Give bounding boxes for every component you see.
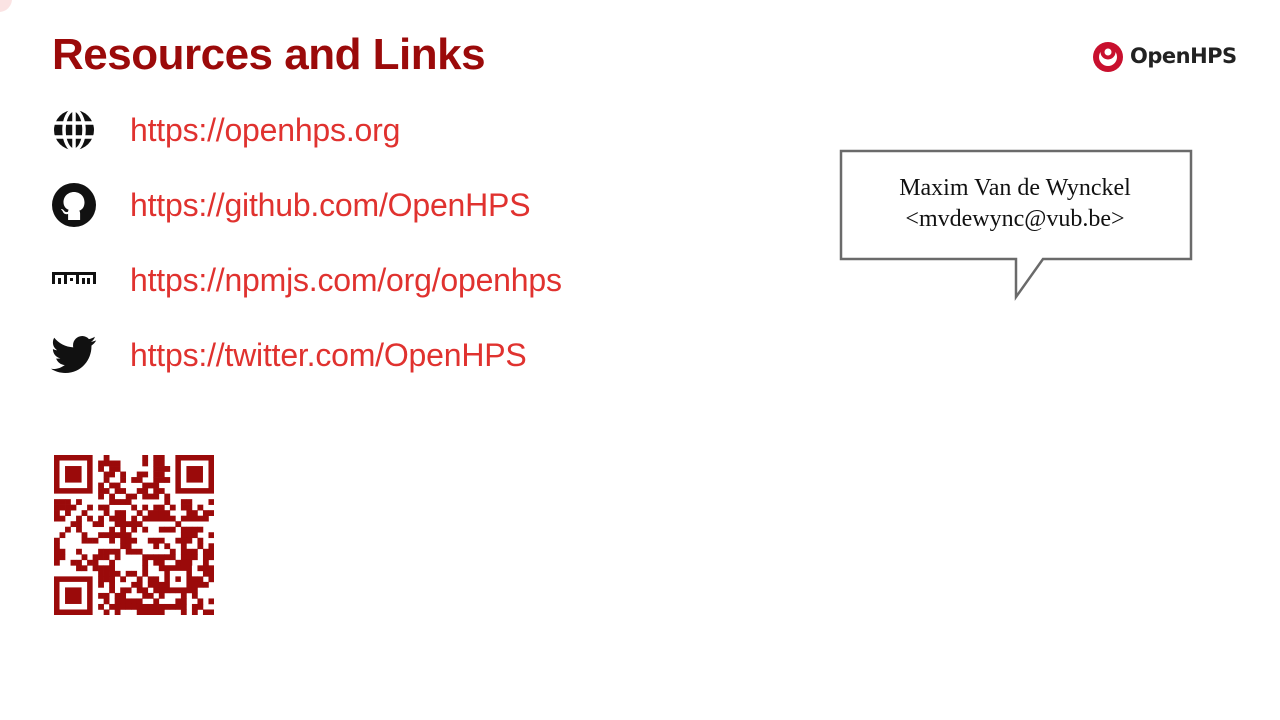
logo-text: OpenHPS [1130, 44, 1237, 68]
openhps-logo-icon [1093, 42, 1123, 72]
link-npm[interactable]: https://npmjs.com/org/openhps [130, 262, 562, 299]
link-item-website: https://openhps.org [50, 106, 562, 154]
link-item-npm: https://npmjs.com/org/openhps [50, 256, 562, 304]
globe-icon [50, 106, 98, 154]
qr-code [54, 455, 215, 620]
qr-code-image [54, 455, 215, 616]
twitter-icon [50, 331, 98, 379]
link-twitter[interactable]: https://twitter.com/OpenHPS [130, 337, 527, 374]
contact-name: Maxim Van de Wynckel [899, 175, 1131, 201]
link-item-github: https://github.com/OpenHPS [50, 181, 562, 229]
corner-decoration [0, 0, 12, 12]
contact-text: Maxim Van de Wynckel <mvdewync@vub.be> [839, 173, 1191, 235]
openhps-logo: OpenHPS [1090, 38, 1237, 74]
github-icon [50, 181, 98, 229]
link-list: https://openhps.org https://github.com/O… [50, 106, 562, 406]
page-title: Resources and Links [52, 30, 486, 79]
npm-icon [50, 256, 98, 304]
contact-email: <mvdewync@vub.be> [905, 206, 1125, 232]
link-item-twitter: https://twitter.com/OpenHPS [50, 331, 562, 379]
link-website[interactable]: https://openhps.org [130, 112, 400, 149]
speech-bubble: Maxim Van de Wynckel <mvdewync@vub.be> [839, 149, 1195, 306]
link-github[interactable]: https://github.com/OpenHPS [130, 187, 531, 224]
